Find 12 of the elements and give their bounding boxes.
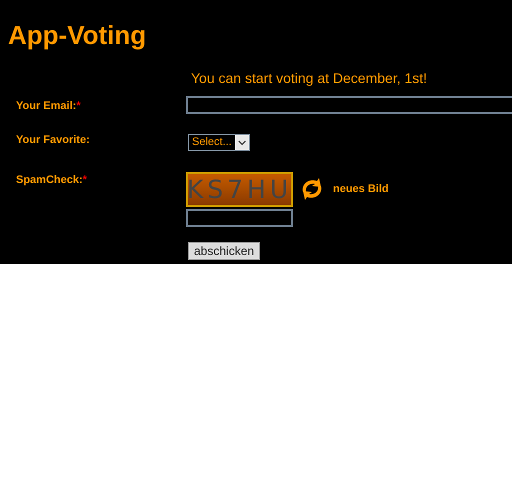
page-title: App-Voting	[7, 19, 146, 51]
field-label: SpamCheck:*	[15, 174, 87, 186]
field-label: Your Favorite:	[15, 134, 90, 146]
captcha-input[interactable]	[186, 208, 293, 226]
field-label: Your Email:*	[15, 100, 81, 112]
caret-icon[interactable]	[234, 134, 249, 150]
captcha-image: KS7HU	[186, 172, 293, 206]
submit-button[interactable]: abschicken	[188, 242, 260, 260]
email-input[interactable]	[186, 96, 512, 114]
new-image-link[interactable]: neues Bild	[333, 183, 389, 195]
voting-notice: You can start voting at December, 1st!	[191, 70, 428, 86]
favorite-dropdown[interactable]: Select...	[188, 134, 250, 150]
